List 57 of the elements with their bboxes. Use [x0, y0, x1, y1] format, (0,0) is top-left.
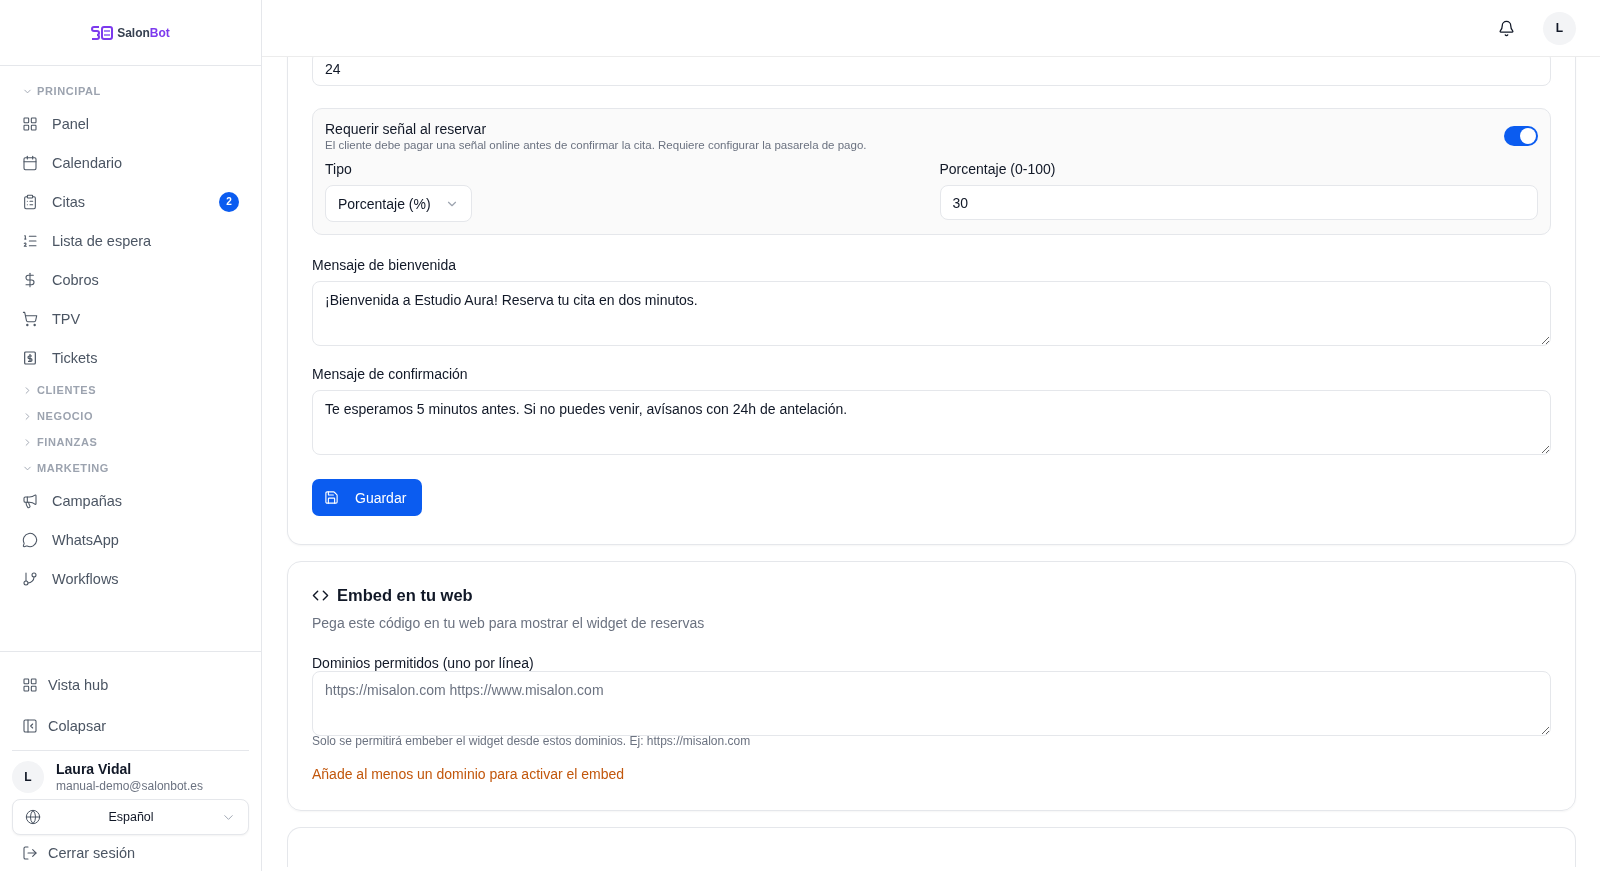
megaphone-icon [22, 492, 38, 509]
card-title: Embed en tu web [337, 586, 473, 605]
nav-item[interactable]: Panel [12, 104, 249, 143]
warning-text: Añade al menos un dominio para activar el embed [312, 766, 626, 782]
globe-icon [25, 809, 41, 825]
nav-item[interactable]: TPV [12, 299, 249, 338]
card-description: Pega este código en tu web para mostrar el widget de reservas [312, 615, 706, 631]
user-avatar-button[interactable]: L [1543, 11, 1576, 45]
user-email: manual-demo@salonbot.es [56, 779, 203, 793]
grid-icon [22, 676, 38, 693]
field-label: Mensaje de confirmación [312, 366, 469, 382]
field-label: Tipo [325, 161, 353, 177]
field-label: Dominios permitidos (uno por línea) [312, 655, 535, 671]
number-field[interactable]: 24 [312, 57, 1551, 86]
numbered-list-icon [22, 232, 38, 249]
percent-field[interactable]: 30 [939, 185, 1538, 220]
nav-item[interactable]: Lista de espera [12, 221, 249, 260]
deposit-title: Requerir señal al reservar [325, 121, 488, 137]
nav-item[interactable]: Citas 2 [12, 182, 249, 221]
language-select[interactable]: Español [12, 799, 249, 835]
brand-name: SalonBot [117, 25, 170, 40]
message-field[interactable]: Te esperamos 5 minutos antes. Si no puedes venir, avísanos con 24h de antelación. [312, 390, 1551, 455]
logo-icon [91, 24, 114, 41]
save-button[interactable]: Guardar [312, 479, 423, 516]
domains-field[interactable]: https://misalon.com https://www.misalon.com [312, 671, 1551, 736]
dollar-icon [22, 271, 38, 288]
sidebar-action[interactable]: Vista hub [12, 664, 249, 705]
logout-icon [22, 845, 38, 861]
deposit-description: El cliente debe pagar una señal online antes de confirmar la cita. Requiere configurar la pasarela de pago. [325, 139, 867, 151]
clipboard-icon [22, 193, 38, 210]
chat-bubble-icon [22, 531, 38, 548]
calendar-icon [22, 154, 38, 171]
nav-item[interactable]: Cobros [12, 260, 249, 299]
nav-item[interactable]: Workflows [12, 559, 249, 598]
collapse-panel-icon [22, 717, 38, 734]
save-icon [324, 490, 339, 505]
cart-icon [22, 310, 38, 327]
sidebar-action[interactable]: Colapsar [12, 705, 249, 746]
grid-icon [22, 115, 38, 132]
bell-icon [1498, 19, 1515, 37]
dollar-receipt-icon [22, 349, 38, 366]
nav-item[interactable]: Campañas [12, 481, 249, 520]
field-label: Porcentaje (0-100) [939, 161, 1057, 177]
user-avatar: L [12, 761, 44, 793]
nav-item[interactable]: Tickets [12, 338, 249, 377]
nav-item[interactable]: WhatsApp [12, 520, 249, 559]
message-field[interactable]: ¡Bienvenida a Estudio Aura! Reserva tu cita en dos minutos. [312, 281, 1551, 346]
toggle-switch[interactable] [1504, 126, 1538, 146]
help-text: Solo se permitirá embeber el widget desde estos dominios. Ej: https://misalon.com [312, 734, 752, 748]
field-label: Mensaje de bienvenida [312, 257, 457, 273]
user-name: Laura Vidal [56, 761, 133, 777]
notifications-button[interactable] [1498, 19, 1515, 37]
logout-link[interactable]: Cerrar sesión [12, 835, 249, 861]
branch-icon [22, 570, 38, 587]
count-badge: 2 [219, 191, 239, 212]
nav-item[interactable]: Calendario [12, 143, 249, 182]
type-select[interactable]: Porcentaje (%) [325, 185, 472, 222]
